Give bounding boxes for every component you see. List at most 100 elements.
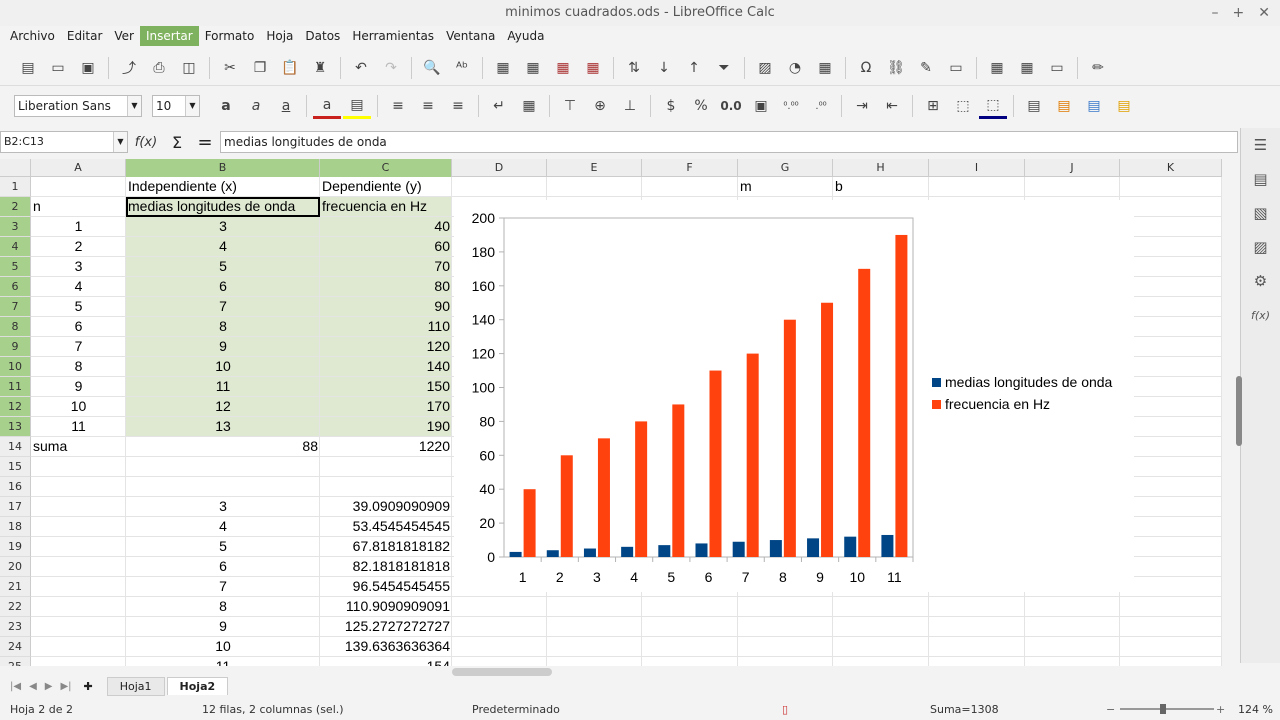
open-icon[interactable]: ▭ <box>44 55 72 81</box>
row-header-6[interactable]: 6 <box>0 277 31 297</box>
number-format-icon[interactable]: 0.0 <box>717 93 745 119</box>
cell-b7[interactable]: 7 <box>126 297 320 317</box>
column-header-k[interactable]: K <box>1120 159 1222 177</box>
column-header-e[interactable]: E <box>547 159 642 177</box>
cell-c21[interactable]: 96.5454545455 <box>320 577 452 597</box>
formula-icon[interactable]: = <box>190 132 220 153</box>
spelling-icon[interactable]: ᴬᵇ <box>448 55 476 81</box>
row-header-2[interactable]: 2 <box>0 197 31 217</box>
font-color-icon[interactable]: a <box>313 93 341 119</box>
cell-a3[interactable]: 1 <box>31 217 126 237</box>
align-top-icon[interactable]: ⊤ <box>556 93 584 119</box>
column-header-d[interactable]: D <box>452 159 547 177</box>
column-header-j[interactable]: J <box>1025 159 1120 177</box>
cell-c24[interactable]: 139.6363636364 <box>320 637 452 657</box>
header-footer-icon[interactable]: ▭ <box>942 55 970 81</box>
menu-ventana[interactable]: Ventana <box>440 26 501 46</box>
close-icon[interactable]: ✕ <box>1258 0 1270 26</box>
align-bottom-icon[interactable]: ⊥ <box>616 93 644 119</box>
menu-datos[interactable]: Datos <box>299 26 346 46</box>
cell-b24[interactable]: 10 <box>126 637 320 657</box>
font-name-box[interactable]: Liberation Sans ▼ <box>14 95 142 117</box>
column-header-b[interactable]: B <box>126 159 320 177</box>
cell-c23[interactable]: 125.2727272727 <box>320 617 452 637</box>
highlight-color-icon[interactable]: ▤ <box>343 93 371 119</box>
print-icon[interactable]: ⎙ <box>145 55 173 81</box>
row-header-10[interactable]: 10 <box>0 357 31 377</box>
row-header-21[interactable]: 21 <box>0 577 31 597</box>
cell-a13[interactable]: 11 <box>31 417 126 437</box>
cell-a14[interactable]: suma <box>31 437 126 457</box>
row-header-5[interactable]: 5 <box>0 257 31 277</box>
delete-row-icon[interactable]: ▦ <box>549 55 577 81</box>
add-sheet-icon[interactable]: ✚ <box>84 680 93 693</box>
last-sheet-icon[interactable]: ▶| <box>60 681 71 692</box>
clone-format-icon[interactable]: ♜ <box>306 55 334 81</box>
cell-b21[interactable]: 7 <box>126 577 320 597</box>
italic-icon[interactable]: a <box>242 93 270 119</box>
row-header-11[interactable]: 11 <box>0 377 31 397</box>
sum-display[interactable]: Suma=1308 <box>930 703 999 716</box>
increase-indent-icon[interactable]: ⇥ <box>848 93 876 119</box>
sort-icon[interactable]: ⇅ <box>620 55 648 81</box>
cell-a4[interactable]: 2 <box>31 237 126 257</box>
menu-icon[interactable]: ☰ <box>1241 128 1280 162</box>
menu-ver[interactable]: Ver <box>108 26 140 46</box>
cell-b2[interactable]: medias longitudes de onda <box>126 197 320 217</box>
row-header-13[interactable]: 13 <box>0 417 31 437</box>
cell-b18[interactable]: 4 <box>126 517 320 537</box>
styles-icon[interactable]: ▧ <box>1241 196 1280 230</box>
cell-c4[interactable]: 60 <box>320 237 452 257</box>
bold-icon[interactable]: a <box>212 93 240 119</box>
zoom-out-icon[interactable]: − <box>1106 703 1115 716</box>
row-header-1[interactable]: 1 <box>0 177 31 197</box>
row-header-16[interactable]: 16 <box>0 477 31 497</box>
chevron-down-icon[interactable]: ▼ <box>113 132 127 152</box>
bar-chart[interactable]: 0 20 40 60 80 100 120 140 160 180 200 1 2 3 4 5 6 7 8 9 10 11… <box>454 200 1134 592</box>
comment-icon[interactable]: ✎ <box>912 55 940 81</box>
cell-g1[interactable]: m <box>738 177 833 197</box>
cell-c6[interactable]: 80 <box>320 277 452 297</box>
properties-icon[interactable]: ▤ <box>1241 162 1280 196</box>
cell-b6[interactable]: 6 <box>126 277 320 297</box>
cell-c10[interactable]: 140 <box>320 357 452 377</box>
cell-a11[interactable]: 9 <box>31 377 126 397</box>
cell-b17[interactable]: 3 <box>126 497 320 517</box>
cell-style-icon[interactable]: ▤ <box>1050 93 1078 119</box>
hyperlink-icon[interactable]: ⛓ <box>882 55 910 81</box>
row-header-17[interactable]: 17 <box>0 497 31 517</box>
name-box[interactable]: B2:C13 ▼ <box>0 131 128 153</box>
row-header-3[interactable]: 3 <box>0 217 31 237</box>
cut-icon[interactable]: ✂ <box>216 55 244 81</box>
column-header-f[interactable]: F <box>642 159 738 177</box>
add-decimal-icon[interactable]: ⁰.⁰⁰ <box>777 93 805 119</box>
cell-a12[interactable]: 10 <box>31 397 126 417</box>
merge-cells-icon[interactable]: ▦ <box>515 93 543 119</box>
select-all-corner[interactable] <box>0 159 31 177</box>
align-right-icon[interactable]: ≡ <box>444 93 472 119</box>
menu-formato[interactable]: Formato <box>199 26 261 46</box>
cell-h1[interactable]: b <box>833 177 929 197</box>
cell-c1[interactable]: Dependiente (y) <box>320 177 452 197</box>
draw-icon[interactable]: ✏ <box>1084 55 1112 81</box>
prev-sheet-icon[interactable]: ◀ <box>29 681 37 692</box>
define-print-area-icon[interactable]: ▦ <box>983 55 1011 81</box>
delete-decimal-icon[interactable]: .⁰⁰ <box>807 93 835 119</box>
find-replace-icon[interactable]: 🔍 <box>418 55 446 81</box>
cell-c20[interactable]: 82.1818181818 <box>320 557 452 577</box>
cell-b14[interactable]: 88 <box>126 437 320 457</box>
special-character-icon[interactable]: Ω <box>852 55 880 81</box>
row-header-24[interactable]: 24 <box>0 637 31 657</box>
cell-c14[interactable]: 1220 <box>320 437 452 457</box>
cell-c17[interactable]: 39.0909090909 <box>320 497 452 517</box>
column-header-a[interactable]: A <box>31 159 126 177</box>
chevron-down-icon[interactable]: ▼ <box>127 96 141 116</box>
menu-insertar[interactable]: Insertar <box>139 26 199 46</box>
sum-icon[interactable]: Σ <box>164 133 190 152</box>
cell-a8[interactable]: 6 <box>31 317 126 337</box>
cell-b3[interactable]: 3 <box>126 217 320 237</box>
cell-b4[interactable]: 4 <box>126 237 320 257</box>
row-header-18[interactable]: 18 <box>0 517 31 537</box>
function-wizard-icon[interactable]: f(x) <box>128 135 164 150</box>
date-format-icon[interactable]: ▣ <box>747 93 775 119</box>
